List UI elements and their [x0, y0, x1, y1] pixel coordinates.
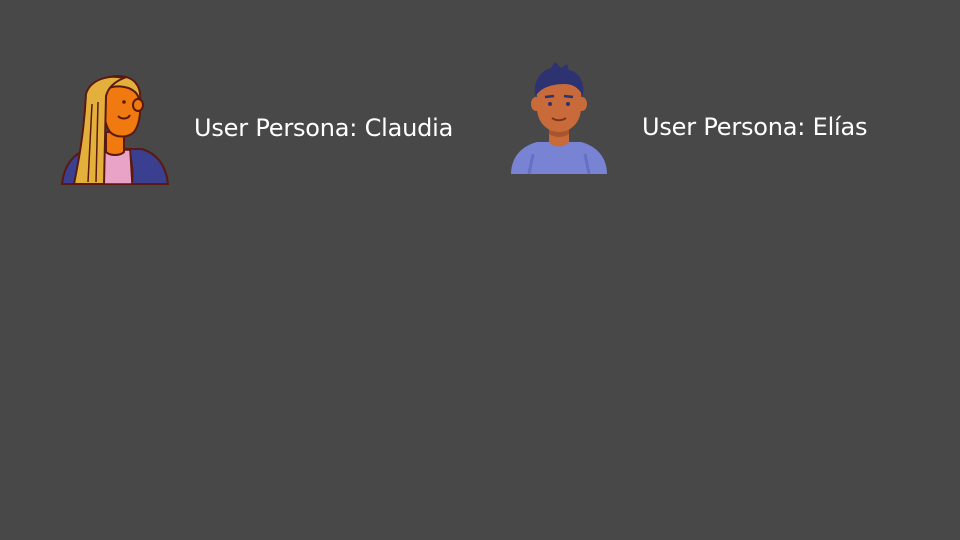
persona-label-claudia: User Persona: Claudia	[194, 114, 454, 142]
persona-label-elias: User Persona: Elías	[642, 113, 868, 141]
man-avatar-icon	[511, 62, 607, 175]
woman-avatar-icon	[60, 74, 170, 185]
slide: User Persona: Claudia User Persona: Elía…	[0, 0, 960, 540]
